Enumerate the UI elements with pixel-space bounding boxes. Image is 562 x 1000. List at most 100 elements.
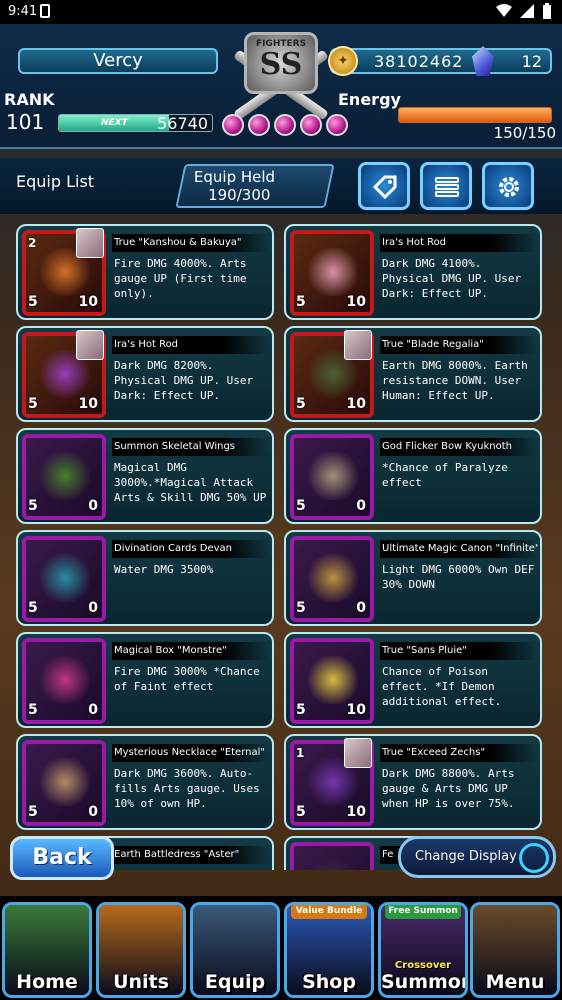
player-header: Vercy RANK 101 NEXT 56740 FIGHTERS SS ✦ … <box>0 24 562 149</box>
rarity-stars: 5 <box>28 702 38 718</box>
nav-shop[interactable]: Value Bundle Shop <box>284 902 374 998</box>
rarity-stars: 5 <box>296 498 306 514</box>
equip-description: Light DMG 6000% Own DEF 30% DOWN <box>382 563 535 591</box>
tag-button[interactable] <box>358 162 410 210</box>
rarity-stars: 5 <box>296 804 306 820</box>
nav-summon[interactable]: Free Summon Crossover Summon <box>378 902 468 998</box>
status-bar: 9:41 <box>0 0 562 24</box>
equip-name: True "Kanshou & Bakuya" <box>112 234 270 252</box>
equip-card[interactable]: 5 0 God Flicker Bow Kyuknoth *Chance of Par… <box>284 428 542 524</box>
nav-units[interactable]: Units <box>96 902 186 998</box>
energy-orb-icon <box>300 114 322 136</box>
equip-description: Water DMG 3500% <box>114 563 214 576</box>
filter-button[interactable] <box>420 162 472 210</box>
change-display-button[interactable]: Change Display <box>398 836 556 878</box>
energy-orb-icon <box>222 114 244 136</box>
equip-art-icon <box>40 656 90 704</box>
settings-button[interactable] <box>482 162 534 210</box>
upgrade-level: 10 <box>346 804 366 820</box>
energy-bar <box>398 107 552 123</box>
rank-label: RANK <box>4 90 55 109</box>
nav-label: Home <box>16 971 78 993</box>
equip-card[interactable]: 5 10 Ira's Hot Rod Dark DMG 4100%. Physical… <box>284 224 542 320</box>
equip-description: Fire DMG 4000%. Arts gauge UP (First tim… <box>114 257 247 300</box>
cycle-icon <box>519 843 549 873</box>
equip-description: Chance of Poison effect. *If Demon addit… <box>382 665 502 708</box>
equip-description: Earth DMG 8000%. Earth resistance DOWN. … <box>382 359 528 402</box>
rarity-stars: 5 <box>28 600 38 616</box>
equip-card[interactable]: 5 10 Ira's Hot Rod Dark DMG 8200%. Physical… <box>16 326 274 422</box>
equip-card[interactable]: 5 0 Summon Skeletal Wings Magical DMG 3000%… <box>16 428 274 524</box>
rarity-stars: 5 <box>296 396 306 412</box>
system-icons <box>496 3 552 19</box>
upgrade-level: 0 <box>88 804 98 820</box>
rarity-stars: 5 <box>296 600 306 616</box>
energy-orb-icon <box>326 114 348 136</box>
equip-art-icon <box>308 554 358 602</box>
equip-name: Ira's Hot Rod <box>112 336 270 354</box>
equip-thumbnail <box>290 842 374 870</box>
rarity-stars: 5 <box>296 294 306 310</box>
equip-card[interactable]: 5 0 Divination Cards Devan Water DMG 3500% <box>16 530 274 626</box>
unit-portrait-icon <box>76 330 104 360</box>
unit-portrait-icon <box>344 330 372 360</box>
back-button[interactable]: Back <box>10 836 114 880</box>
nav-menu[interactable]: Menu <box>470 902 560 998</box>
gem-value: 12 <box>521 52 542 71</box>
nav-label: Shop <box>302 971 356 993</box>
limit-break-badge: 2 <box>28 236 37 250</box>
equip-art-icon <box>40 452 90 500</box>
equip-card[interactable]: 5 0 Magical Box "Monstre" Fire DMG 3000% *C… <box>16 632 274 728</box>
upgrade-level: 0 <box>356 498 366 514</box>
battery-icon <box>543 3 551 19</box>
tag-icon <box>372 175 397 200</box>
game-screen: Vercy RANK 101 NEXT 56740 FIGHTERS SS ✦ … <box>0 24 562 1000</box>
upgrade-level: 0 <box>88 498 98 514</box>
exp-next-value: 56740 <box>157 114 208 132</box>
upgrade-level: 10 <box>346 294 366 310</box>
equip-art-icon <box>308 656 358 704</box>
equip-thumbnail: 50 <box>22 638 106 724</box>
energy-label: Energy <box>338 90 401 109</box>
nav-home[interactable]: Home <box>2 902 92 998</box>
equip-thumbnail: 50 <box>290 536 374 622</box>
equip-card[interactable]: 5 10 True "Sans Pluie" Chance of Poison eff… <box>284 632 542 728</box>
equip-held-box: Equip Held 190/300 <box>175 164 335 208</box>
rarity-stars: 5 <box>296 702 306 718</box>
nav-label: Summon <box>381 971 468 993</box>
upgrade-level: 10 <box>346 702 366 718</box>
wifi-icon <box>496 4 512 17</box>
equip-card[interactable]: 5 0 Ultimate Magic Canon "Infinite" Light D… <box>284 530 542 626</box>
equip-list[interactable]: 2 5 10 True "Kanshou & Bakuya" Fire DMG 4000… <box>0 220 562 870</box>
bottom-nav: Home Units Equip Value Bundle Shop Free Summo… <box>0 896 562 1000</box>
equip-name: Earth Battledress "Aster" <box>112 846 270 864</box>
equip-description: Dark DMG 8800%. Arts gauge & Arts DMG UP… <box>382 767 515 810</box>
equip-held-count: 190/300 <box>208 186 271 204</box>
energy-orb-icon <box>274 114 296 136</box>
upgrade-level: 0 <box>88 702 98 718</box>
exp-bar: NEXT 56740 <box>58 114 213 132</box>
equip-description: Dark DMG 4100%. Physical DMG UP. User Da… <box>382 257 522 300</box>
equip-card[interactable]: 1 5 10 True "Exceed Zechs" Dark DMG 8800%. A… <box>284 734 542 830</box>
player-name[interactable]: Vercy <box>18 48 218 74</box>
exp-next-label: NEXT <box>101 118 128 128</box>
equip-name: True "Blade Regalia" <box>380 336 538 354</box>
gold-coin-icon: ✦ <box>328 46 358 76</box>
equip-art-icon <box>308 860 358 870</box>
ss-badge: FIGHTERS SS <box>244 32 318 94</box>
equip-thumbnail: 50 <box>290 434 374 520</box>
equip-description: *Chance of Paralyze effect <box>382 461 508 489</box>
upgrade-level: 10 <box>346 396 366 412</box>
equip-name: Magical Box "Monstre" <box>112 642 270 660</box>
change-display-label: Change Display <box>415 849 517 864</box>
equip-card[interactable]: 2 5 10 True "Kanshou & Bakuya" Fire DMG 4000… <box>16 224 274 320</box>
equip-card[interactable]: 5 10 True "Blade Regalia" Earth DMG 8000%. … <box>284 326 542 422</box>
equip-description: Magical DMG 3000%.*Magical Attack Arts &… <box>114 461 267 504</box>
nav-equip[interactable]: Equip <box>190 902 280 998</box>
limit-break-badge: 1 <box>296 746 305 760</box>
upgrade-level: 10 <box>78 396 98 412</box>
equip-name: Mysterious Necklace "Eternal" <box>112 744 270 762</box>
equip-name: Ira's Hot Rod <box>380 234 538 252</box>
gear-icon <box>499 177 519 197</box>
equip-card[interactable]: 5 0 Mysterious Necklace "Eternal" Dark DMG … <box>16 734 274 830</box>
